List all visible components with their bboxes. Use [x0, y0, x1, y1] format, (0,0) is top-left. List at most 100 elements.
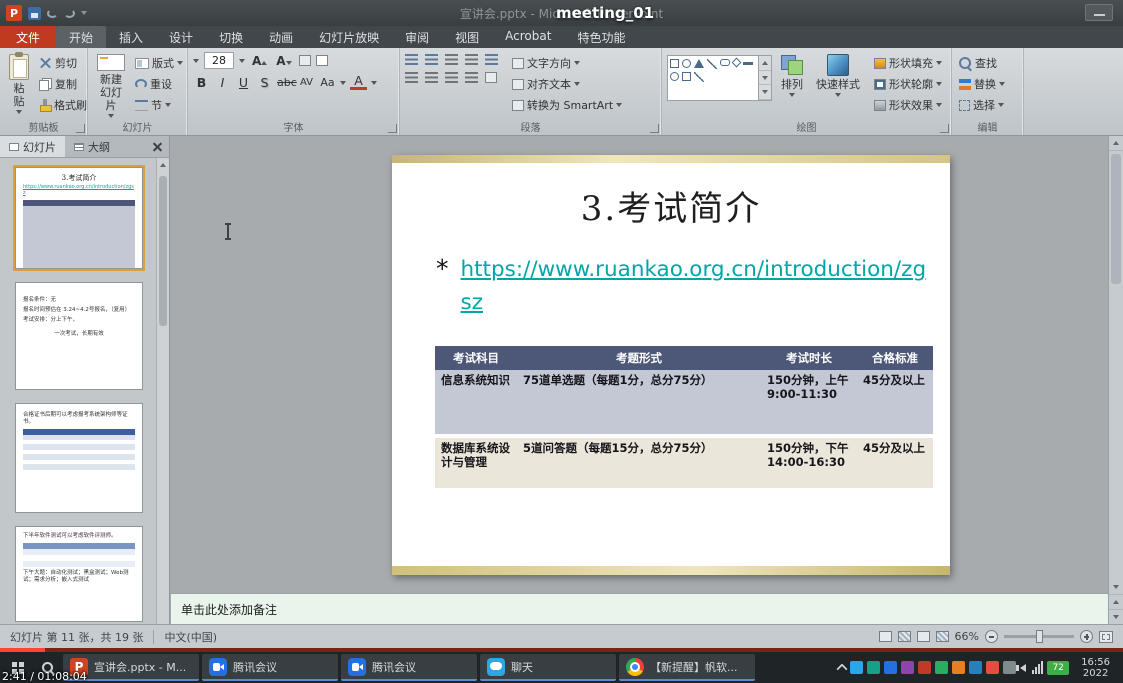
slide-sorter-view-button[interactable]	[898, 631, 911, 642]
redo-icon[interactable]	[64, 9, 75, 18]
panel-tab-outline[interactable]: 大纲	[65, 136, 119, 157]
shape-square-icon[interactable]	[670, 59, 679, 68]
numbering-icon[interactable]	[425, 54, 438, 65]
align-left-icon[interactable]	[405, 72, 418, 83]
font-size-input[interactable]: 28	[204, 52, 234, 69]
reset-button[interactable]: 重设	[133, 75, 185, 93]
slide-thumbnail-2[interactable]: 报名条件：无 报名时间预估在 3.24~4.2号报名，（复用） 考试安排：分上下…	[15, 282, 143, 390]
reading-view-button[interactable]	[917, 631, 930, 642]
shape-connector-icon[interactable]	[694, 72, 704, 82]
tray-expand-icon[interactable]	[837, 663, 848, 674]
taskbar-app-chat[interactable]: 聊天	[480, 654, 616, 681]
tab-review[interactable]: 审阅	[392, 26, 442, 48]
next-slide-button[interactable]	[1109, 610, 1123, 625]
find-button[interactable]: 查找	[957, 54, 1007, 72]
strikethrough-button[interactable]: abc	[277, 76, 294, 89]
tray-icon[interactable]	[850, 661, 863, 674]
taskbar-app-meeting-2[interactable]: 腾讯会议	[341, 654, 477, 681]
font-name-caret-icon[interactable]	[193, 59, 199, 63]
taskbar-clock[interactable]: 16:56 2022	[1081, 657, 1110, 679]
scroll-down-icon[interactable]	[1109, 580, 1123, 595]
table-cell[interactable]: 150分钟，下午14:00-16:30	[761, 438, 857, 488]
tab-design[interactable]: 设计	[156, 26, 206, 48]
grow-font-button[interactable]: A	[250, 54, 269, 68]
shape-circle-icon[interactable]	[682, 59, 691, 68]
panel-tab-slides[interactable]: 幻灯片	[0, 136, 65, 157]
gallery-more-icon[interactable]	[762, 90, 768, 94]
zoom-out-button[interactable]	[985, 630, 998, 643]
clipboard-dialog-launcher[interactable]	[76, 124, 85, 133]
slide-hyperlink[interactable]: https://www.ruankao.org.cn/introduction/…	[461, 253, 929, 319]
font-size-caret-icon[interactable]	[239, 59, 245, 63]
shape-line-icon[interactable]	[707, 59, 717, 69]
slide-thumbnail-1[interactable]: 3.考试简介 https://www.ruankao.org.cn/introd…	[15, 167, 143, 269]
network-icon[interactable]	[1032, 661, 1043, 674]
shapes-gallery[interactable]	[667, 55, 759, 101]
tab-home[interactable]: 开始	[56, 26, 106, 48]
align-center-icon[interactable]	[425, 72, 438, 83]
panel-scrollbar[interactable]	[156, 158, 169, 625]
arrange-button[interactable]: 排列	[776, 52, 808, 120]
notes-pane[interactable]: 单击此处添加备注	[171, 593, 1108, 624]
table-cell[interactable]: 150分钟，上午9:00-11:30	[761, 370, 857, 434]
language-indicator[interactable]: 中文(中国)	[164, 629, 217, 645]
shape-triangle-icon[interactable]	[694, 59, 704, 68]
tray-icon[interactable]	[986, 661, 999, 674]
justify-icon[interactable]	[465, 72, 478, 83]
tray-icon[interactable]	[935, 661, 948, 674]
main-scrollbar[interactable]	[1108, 136, 1123, 625]
shape-bar-icon[interactable]	[743, 62, 753, 65]
shapes-gallery-scroll[interactable]	[759, 55, 772, 101]
section-button[interactable]: 节	[133, 96, 185, 114]
tray-icon[interactable]	[952, 661, 965, 674]
battery-indicator[interactable]: 72	[1047, 661, 1069, 675]
undo-icon[interactable]	[47, 9, 58, 18]
format-painter-button[interactable]: 格式刷	[37, 96, 89, 114]
scroll-thumb[interactable]	[1111, 154, 1121, 284]
shape-outline-button[interactable]: 形状轮廓	[872, 75, 944, 93]
replace-button[interactable]: 替换	[957, 75, 1007, 93]
volume-icon[interactable]	[1020, 664, 1026, 672]
shape-fill-button[interactable]: 形状填充	[872, 54, 944, 72]
paste-button[interactable]: 粘贴	[5, 52, 33, 120]
phonetic-guide-icon[interactable]	[299, 55, 311, 66]
slide-canvas[interactable]: 3.考试简介 * https://www.ruankao.org.cn/intr…	[392, 155, 950, 575]
table-cell[interactable]: 45分及以上	[857, 438, 933, 488]
tab-file[interactable]: 文件	[0, 26, 56, 48]
table-cell[interactable]: 5道问答题（每题15分，总分75分）	[517, 438, 761, 488]
tab-slideshow[interactable]: 幻灯片放映	[306, 26, 392, 48]
table-cell[interactable]: 75道单选题（每题1分，总分75分）	[517, 370, 761, 434]
tab-insert[interactable]: 插入	[106, 26, 156, 48]
columns-icon[interactable]	[485, 72, 497, 83]
tray-icon[interactable]	[884, 661, 897, 674]
table-cell[interactable]: 信息系统知识	[435, 370, 517, 434]
previous-slide-button[interactable]	[1109, 595, 1123, 610]
taskbar-app-chrome[interactable]: 【新提醒】帆软...	[619, 654, 755, 681]
layout-button[interactable]: 版式	[133, 54, 185, 72]
slide-title[interactable]: 3.考试简介	[392, 181, 950, 230]
shape-oval-icon[interactable]	[670, 72, 679, 81]
tray-icon[interactable]	[1003, 661, 1016, 674]
copy-button[interactable]: 复制	[37, 75, 89, 93]
text-shadow-button[interactable]: S	[256, 75, 273, 90]
bullets-icon[interactable]	[405, 54, 418, 65]
slide-table[interactable]: 考试科目 考题形式 考试时长 合格标准 信息系统知识 75道单选题（每题1分，总…	[435, 346, 933, 488]
align-right-icon[interactable]	[445, 72, 458, 83]
save-icon[interactable]	[28, 7, 41, 20]
tab-view[interactable]: 视图	[442, 26, 492, 48]
decrease-indent-icon[interactable]	[445, 54, 458, 65]
panel-close-button[interactable]	[147, 136, 169, 157]
qat-dropdown-icon[interactable]	[81, 11, 87, 15]
shrink-font-button[interactable]: A	[274, 54, 293, 68]
zoom-level[interactable]: 66%	[955, 630, 979, 643]
tab-animations[interactable]: 动画	[256, 26, 306, 48]
slide-thumbnail-4[interactable]: 下半年软件测试可以考虑软件评测师。 下午大题：自动化测试；黑盒测试；Web测试；…	[15, 526, 143, 622]
underline-button[interactable]: U	[235, 75, 252, 90]
shape-rect-icon[interactable]	[682, 72, 691, 81]
drawing-dialog-launcher[interactable]	[940, 124, 949, 133]
convert-smartart-button[interactable]: 转换为 SmartArt	[510, 96, 624, 114]
gallery-down-icon[interactable]	[762, 76, 768, 80]
line-spacing-icon[interactable]	[485, 54, 498, 65]
zoom-in-button[interactable]	[1080, 630, 1093, 643]
tray-icon[interactable]	[867, 661, 880, 674]
